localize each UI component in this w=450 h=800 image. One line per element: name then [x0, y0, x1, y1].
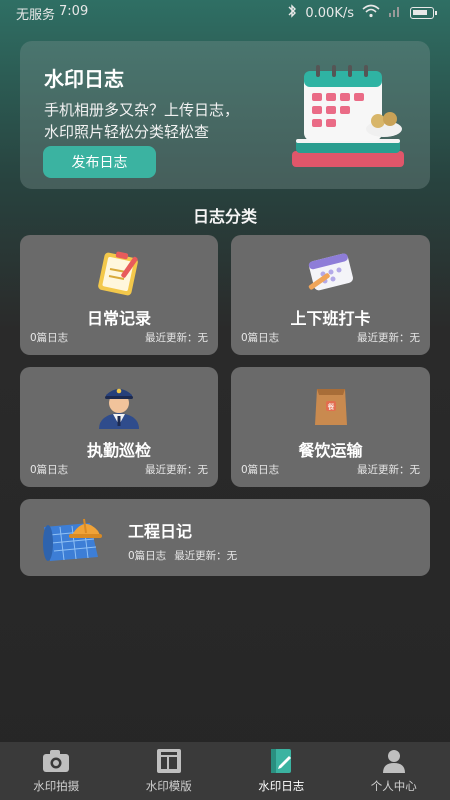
bottom-navigation: 水印拍摄 水印模版 水印日志 个人中心 [0, 742, 450, 800]
publish-log-button[interactable]: 发布日志 [43, 146, 156, 178]
category-card-patrol-inspection[interactable]: 执勤巡检 0篇日志 最近更新：无 [20, 367, 218, 487]
nav-personal-center[interactable]: 个人中心 [338, 742, 450, 800]
category-card-engineering-diary[interactable]: 工程日记 0篇日志 最近更新：无 [20, 499, 430, 576]
last-update: 最近更新：无 [174, 550, 238, 562]
template-icon [154, 748, 184, 774]
log-count: 0篇日志 [30, 464, 69, 476]
status-left: 无服务 7:09 [16, 4, 88, 23]
card-title: 餐饮运输 [298, 441, 363, 460]
last-update: 最近更新：无 [357, 332, 420, 344]
police-officer-icon [91, 381, 147, 429]
carrier-label: 无服务 [16, 7, 56, 23]
nav-watermark-log[interactable]: 水印日志 [225, 742, 338, 800]
nav-label: 水印模版 [145, 779, 192, 793]
clipboard-icon [91, 249, 147, 297]
log-count: 0篇日志 [30, 332, 69, 344]
card-title: 上下班打卡 [290, 309, 371, 328]
card-title: 日常记录 [86, 309, 151, 328]
log-icon [266, 748, 296, 774]
blueprint-helmet-icon [40, 513, 106, 565]
calendar-pen-icon [303, 249, 359, 297]
calendar-books-icon [282, 59, 412, 177]
category-card-commute-checkin[interactable]: 上下班打卡 0篇日志 最近更新：无 [231, 235, 430, 355]
last-update: 最近更新：无 [145, 464, 208, 476]
nav-label: 水印日志 [258, 779, 305, 793]
nav-watermark-capture[interactable]: 水印拍摄 [0, 742, 113, 800]
card-title: 执勤巡检 [86, 441, 151, 460]
section-title: 日志分类 [192, 207, 257, 226]
hero-description-line2: 水印照片轻松分类轻松查 [44, 123, 210, 141]
nav-watermark-template[interactable]: 水印模版 [113, 742, 226, 800]
camera-icon [41, 748, 71, 774]
nav-label: 水印拍摄 [33, 779, 80, 793]
bluetooth-icon [287, 4, 297, 22]
person-icon [379, 748, 409, 774]
hero-title: 水印日志 [44, 67, 124, 91]
hero-description-line1: 手机相册多又杂？上传日志， [44, 101, 240, 119]
log-count: 0篇日志 [241, 464, 280, 476]
wifi-icon [362, 4, 380, 22]
status-bar: 无服务 7:09 0.00K/s [0, 0, 450, 26]
last-update: 最近更新：无 [145, 332, 208, 344]
log-count: 0篇日志 [128, 550, 167, 562]
clock: 7:09 [59, 3, 89, 19]
food-package-icon: 餐 [303, 381, 359, 429]
card-title: 工程日记 [128, 522, 193, 541]
category-card-daily-record[interactable]: 日常记录 0篇日志 最近更新：无 [20, 235, 218, 355]
category-card-food-transport[interactable]: 餐 餐饮运输 0篇日志 最近更新：无 [231, 367, 430, 487]
log-count: 0篇日志 [241, 332, 280, 344]
hero-banner: 水印日志 手机相册多又杂？上传日志， 水印照片轻松分类轻松查 发布日志 [20, 41, 430, 189]
nav-label: 个人中心 [370, 779, 417, 793]
network-speed: 0.00K/s [305, 5, 354, 21]
svg-text:餐: 餐 [327, 402, 334, 411]
signal-icon [388, 5, 402, 21]
card-meta: 0篇日志 最近更新：无 [128, 548, 237, 563]
battery-icon [410, 7, 437, 19]
status-right: 0.00K/s [287, 4, 437, 22]
last-update: 最近更新：无 [357, 464, 420, 476]
